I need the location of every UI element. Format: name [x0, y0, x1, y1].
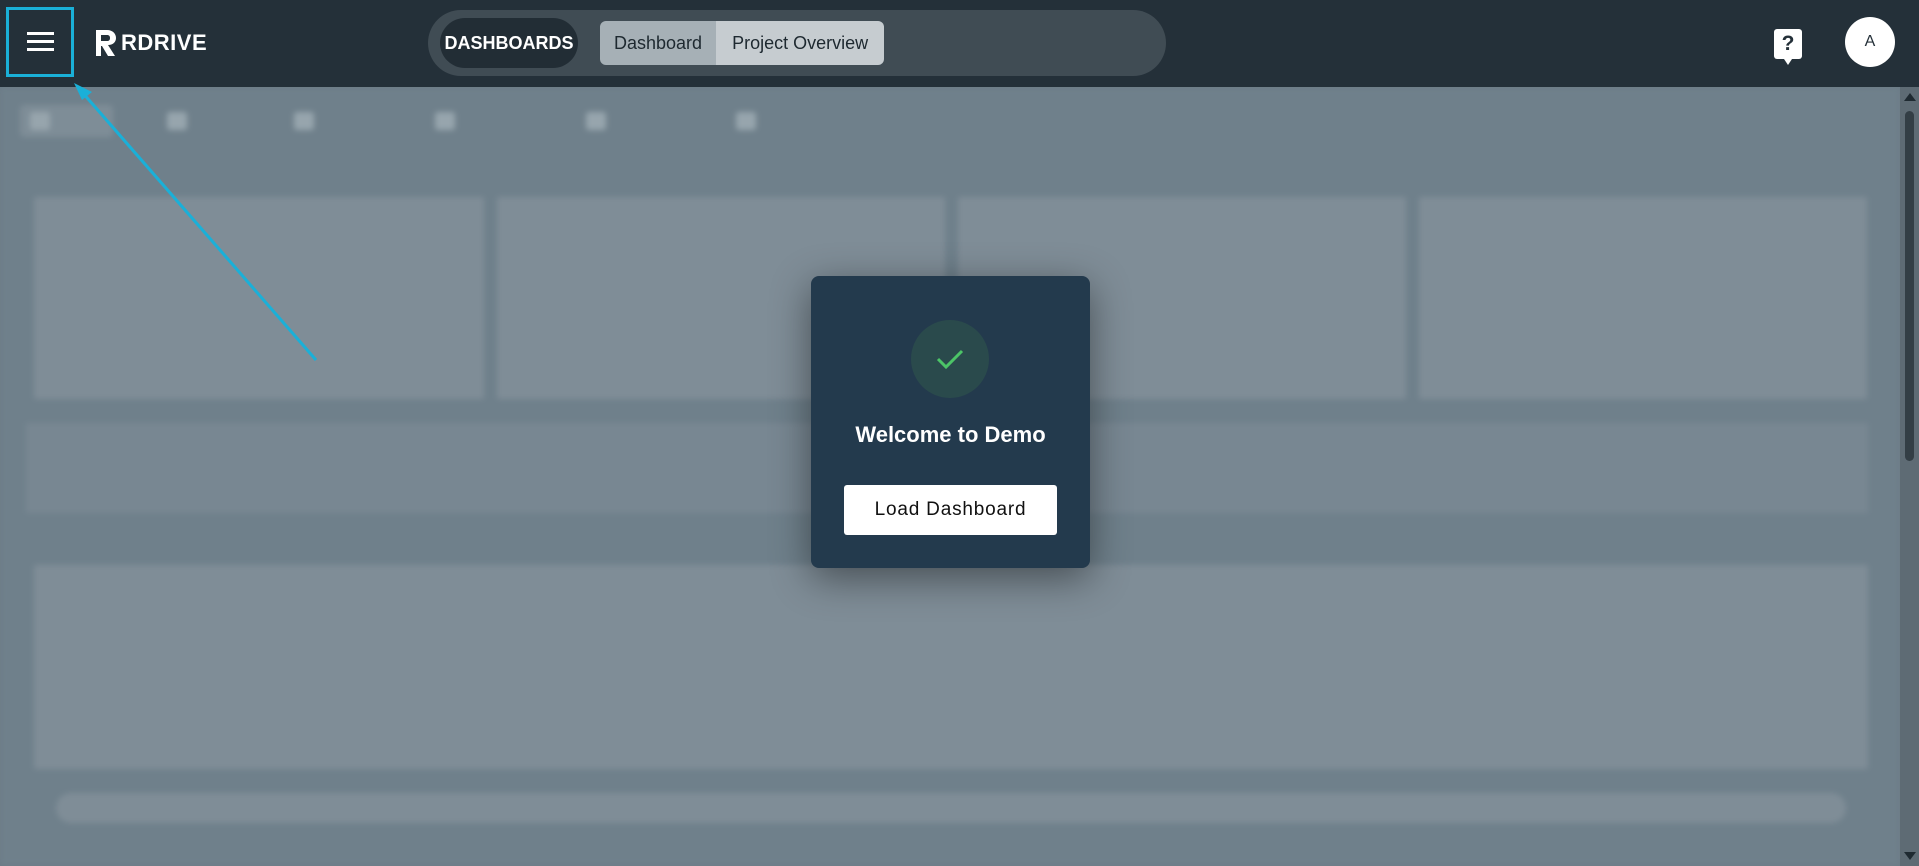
blurred-card	[1419, 197, 1867, 399]
blurred-card	[34, 565, 1868, 769]
success-badge	[911, 320, 989, 398]
menu-bar-line	[26, 32, 54, 35]
menu-button[interactable]	[6, 7, 74, 77]
logo-text: RDRIVE	[121, 30, 208, 55]
rdrive-logo[interactable]: RDRIVE	[93, 26, 207, 60]
vertical-scrollbar[interactable]	[1900, 87, 1919, 866]
blurred-tab	[284, 105, 381, 137]
help-question-icon[interactable]: ?	[1774, 29, 1802, 65]
menu-bar-line	[26, 48, 54, 51]
blurred-tab-text	[616, 111, 673, 131]
blurred-tab-icon	[585, 112, 606, 130]
scrollbar-thumb[interactable]	[1905, 111, 1914, 461]
blurred-tab-icon	[30, 112, 50, 130]
blurred-tab-text	[324, 111, 371, 131]
scroll-up-arrow-icon[interactable]	[1904, 93, 1916, 101]
menu-bar-line	[26, 40, 54, 43]
dashboard-segment-group: Dashboard Project Overview	[600, 21, 885, 65]
blurred-tab	[20, 105, 113, 137]
blurred-tab-icon	[166, 112, 187, 130]
welcome-modal: Welcome to Demo Load Dashboard	[811, 276, 1090, 568]
blurred-tab	[726, 105, 814, 137]
rdrive-logo-mark-icon	[96, 30, 116, 56]
blurred-tab	[576, 105, 683, 137]
dashboard-switcher: DASHBOARDS Dashboard Project Overview	[428, 10, 1166, 76]
segment-project-overview[interactable]: Project Overview	[716, 21, 885, 65]
hamburger-menu-icon[interactable]	[26, 32, 54, 52]
blurred-card	[56, 793, 1846, 823]
modal-title: Welcome to Demo	[855, 422, 1046, 447]
load-dashboard-button[interactable]: Load Dashboard	[844, 485, 1057, 535]
blurred-tab-icon	[736, 112, 757, 130]
top-navigation-bar: RDRIVE DASHBOARDS Dashboard Project Over…	[0, 0, 1919, 87]
check-icon	[936, 349, 964, 370]
blurred-tab	[157, 105, 240, 137]
blurred-tab-icon	[293, 112, 314, 130]
blurred-tab-text	[766, 111, 804, 131]
blurred-card	[34, 197, 484, 399]
blurred-tab-text	[60, 111, 103, 131]
blurred-tab-text	[465, 111, 522, 131]
user-avatar[interactable]: A	[1845, 17, 1895, 67]
blurred-tab-icon	[434, 112, 455, 130]
blurred-tab	[425, 105, 532, 137]
scroll-down-arrow-icon[interactable]	[1904, 852, 1916, 860]
dashboards-label[interactable]: DASHBOARDS	[440, 18, 578, 68]
blurred-tab-row	[20, 105, 814, 137]
segment-dashboard[interactable]: Dashboard	[600, 21, 717, 65]
blurred-tab-text	[197, 111, 230, 131]
